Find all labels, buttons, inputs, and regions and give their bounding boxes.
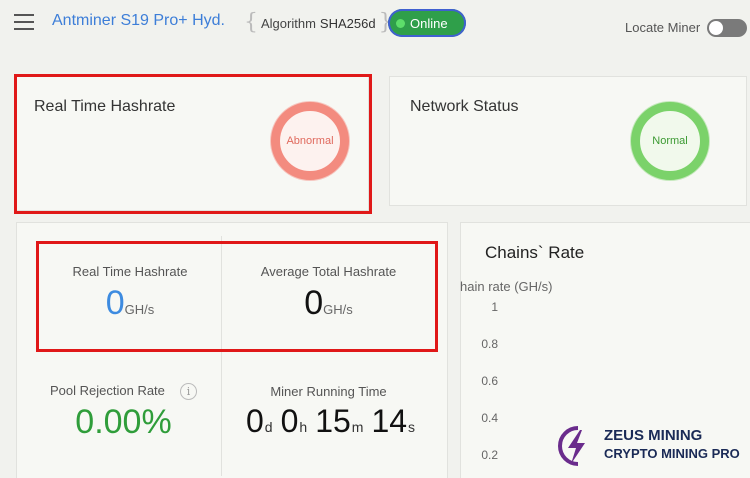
pool-rejection-label: Pool Rejection Rate: [50, 383, 165, 398]
network-card-title: Network Status: [410, 98, 519, 115]
y-tick-label: 1: [491, 300, 498, 314]
y-tick-label: 0.8: [481, 337, 498, 351]
running-time-label: Miner Running Time: [270, 384, 387, 399]
y-tick-label: 0.6: [481, 374, 498, 388]
locate-miner-toggle[interactable]: [707, 19, 747, 37]
runtime-hours-unit: h: [299, 419, 308, 435]
runtime-minutes-unit: m: [351, 419, 364, 435]
left-brace-icon: {: [244, 10, 258, 35]
runtime-seconds-unit: s: [408, 419, 416, 435]
algorithm-label: Algorithm: [261, 15, 316, 31]
network-status-text: Normal: [652, 135, 688, 147]
y-tick-label: 0.4: [481, 411, 498, 425]
top-bar: Antminer S19 Pro+ Hyd. { Algorithm SHA25…: [0, 0, 750, 56]
watermark-tagline: CRYPTO MINING PRO: [604, 446, 740, 461]
status-dot-icon: [396, 18, 405, 28]
toggle-knob: [709, 21, 723, 35]
running-time-value: 0d 0h 15 m 14 s: [246, 403, 423, 440]
highlight-frame-hashrate-card: [14, 74, 372, 214]
algorithm-indicator: { Algorithm SHA256d }: [236, 9, 401, 37]
runtime-hours: 0: [280, 403, 299, 439]
online-status-label: Online: [410, 15, 448, 31]
chain-rate-axis-title: hain rate (GH/s): [460, 279, 553, 294]
algorithm-value: SHA256d: [319, 15, 376, 31]
online-status-badge: Online: [388, 9, 466, 37]
zeus-mining-watermark: ZEUS MINING CRYPTO MINING PRO: [556, 424, 746, 470]
runtime-seconds: 14: [371, 403, 408, 439]
network-status-ring: Normal: [631, 102, 709, 180]
pool-rejection-number: 0.00%: [75, 403, 172, 441]
locate-miner-label: Locate Miner: [625, 20, 701, 35]
info-icon[interactable]: i: [180, 383, 197, 400]
runtime-days-unit: d: [264, 419, 273, 435]
watermark-brand: ZEUS MINING: [604, 427, 703, 444]
lightning-logo-icon: [558, 426, 585, 466]
pool-rejection-value: 0.00%: [36, 403, 211, 442]
y-tick-label: 0.2: [481, 448, 498, 462]
runtime-minutes: 15: [315, 403, 351, 439]
hamburger-menu-icon[interactable]: [14, 14, 34, 30]
highlight-frame-hashrate-stats: [36, 241, 438, 352]
miner-model-title: Antminer S19 Pro+ Hyd.: [52, 12, 225, 29]
chains-rate-title: Chains` Rate: [485, 243, 585, 262]
runtime-days: 0: [246, 403, 264, 439]
